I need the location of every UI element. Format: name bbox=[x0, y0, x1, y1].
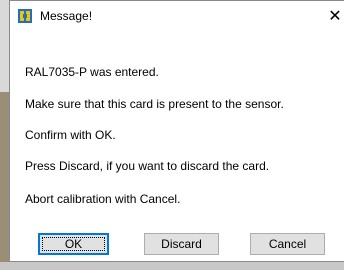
discard-button[interactable]: Discard bbox=[144, 233, 219, 255]
close-icon[interactable]: ✕ bbox=[328, 6, 341, 26]
message-line-3: Confirm with OK. bbox=[25, 128, 116, 142]
message-line-4: Press Discard, if you want to discard th… bbox=[25, 159, 270, 173]
cancel-button-label: Cancel bbox=[268, 237, 307, 251]
message-dialog: Message! ✕ RAL7035-P was entered. Make s… bbox=[9, 0, 344, 262]
close-button[interactable]: ✕ bbox=[320, 1, 344, 31]
message-line-2: Make sure that this card is present to t… bbox=[25, 97, 284, 111]
background-strip bbox=[0, 262, 344, 270]
dialog-content: RAL7035-P was entered. Make sure that th… bbox=[10, 31, 344, 261]
message-line-1: RAL7035-P was entered. bbox=[25, 65, 159, 79]
message-line-5: Abort calibration with Cancel. bbox=[25, 192, 181, 206]
title-bar[interactable]: Message! ✕ bbox=[10, 1, 344, 31]
focus-ring bbox=[42, 237, 105, 251]
app-window-icon bbox=[18, 9, 32, 23]
ok-button[interactable]: OK bbox=[38, 233, 109, 255]
discard-button-label: Discard bbox=[161, 237, 202, 251]
dialog-title: Message! bbox=[40, 9, 93, 23]
cancel-button[interactable]: Cancel bbox=[250, 233, 325, 255]
